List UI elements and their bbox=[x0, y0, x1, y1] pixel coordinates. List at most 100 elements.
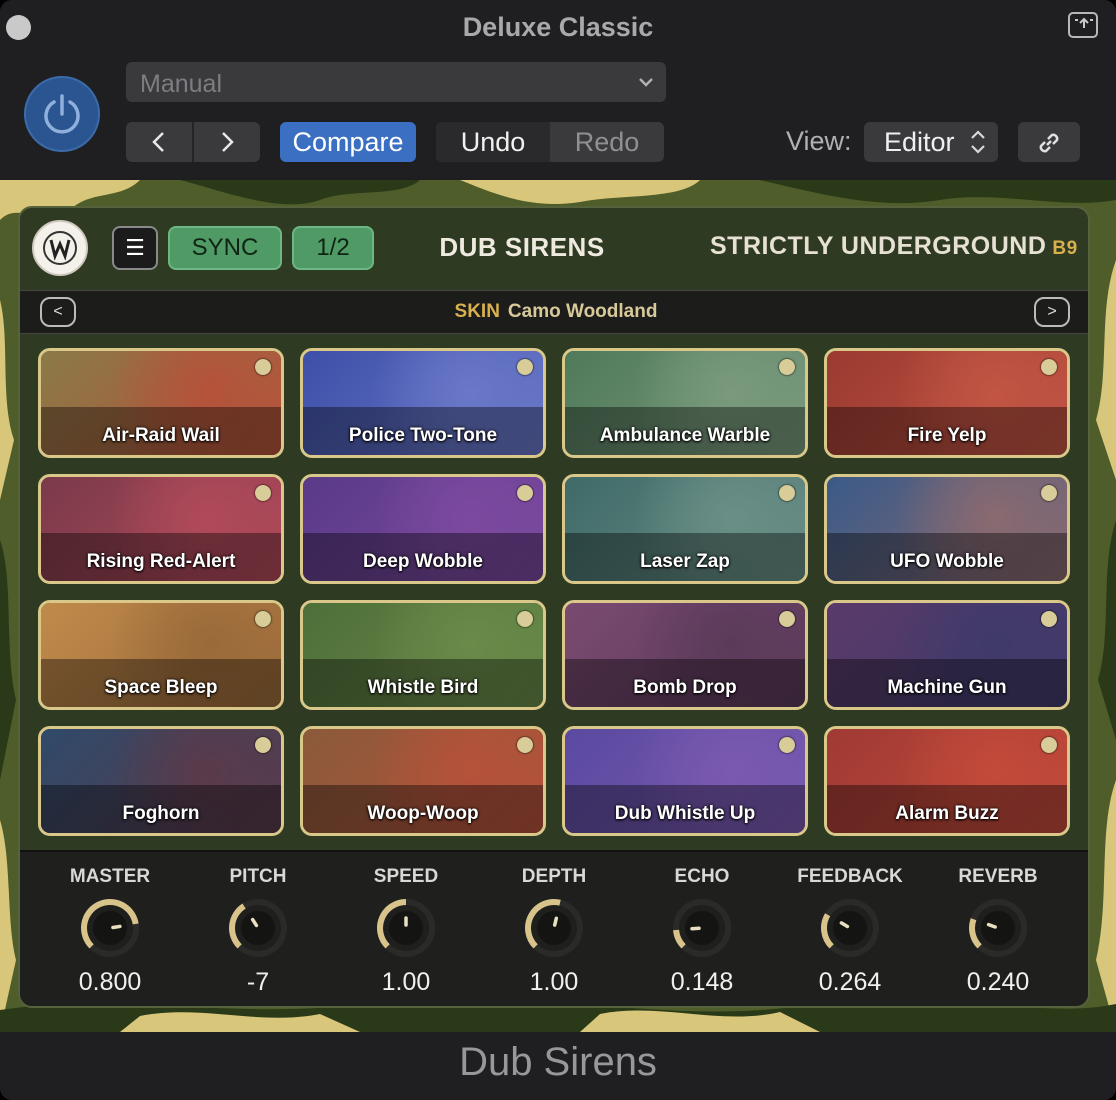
skin-key: SKIN bbox=[454, 301, 500, 322]
knob-master[interactable]: MASTER 0.800 bbox=[36, 852, 184, 1006]
knob-body bbox=[241, 911, 275, 945]
knob-arc bbox=[969, 918, 982, 949]
rate-button[interactable]: 1/2 bbox=[292, 226, 374, 270]
pad-grid: Air-Raid Wail Police Two-Tone Ambulance Wa… bbox=[38, 348, 1072, 836]
menu-button[interactable]: ☰ bbox=[112, 226, 158, 270]
knob-value: -7 bbox=[246, 968, 270, 996]
redo-button[interactable]: Redo bbox=[550, 122, 664, 162]
knob-indicator bbox=[111, 924, 122, 930]
knob-value: 0.264 bbox=[818, 968, 882, 996]
link-button[interactable] bbox=[1018, 122, 1080, 162]
knob-dial[interactable] bbox=[820, 898, 880, 958]
pad-label: Machine Gun bbox=[887, 677, 1007, 698]
knob-dial[interactable] bbox=[524, 898, 584, 958]
knob-label: FEEDBACK bbox=[797, 866, 903, 887]
knob-dial[interactable] bbox=[968, 898, 1028, 958]
preset-select[interactable]: Manual bbox=[126, 62, 666, 102]
pad-led bbox=[255, 611, 271, 627]
knob-echo[interactable]: ECHO 0.148 bbox=[628, 852, 776, 1006]
knob-dial[interactable] bbox=[672, 898, 732, 958]
knob-reverb[interactable]: REVERB 0.240 bbox=[924, 852, 1072, 1006]
pad-led bbox=[779, 359, 795, 375]
knob-label: DEPTH bbox=[521, 866, 587, 887]
title-bar: Deluxe Classic bbox=[0, 0, 1116, 56]
knob-arc bbox=[821, 913, 834, 949]
sound-pad[interactable]: Dub Whistle Up bbox=[562, 726, 808, 836]
power-icon bbox=[44, 94, 80, 134]
skin-label: SKIN Camo Woodland bbox=[20, 301, 1088, 323]
sound-pad[interactable]: Deep Wobble bbox=[300, 474, 546, 584]
next-preset-button[interactable] bbox=[194, 122, 260, 162]
sound-pad[interactable]: Alarm Buzz bbox=[824, 726, 1070, 836]
skin-next-button[interactable]: > bbox=[1034, 297, 1070, 327]
knob-indicator bbox=[986, 922, 997, 929]
previous-preset-button[interactable] bbox=[126, 122, 192, 162]
knob-value: 0.148 bbox=[670, 968, 734, 996]
sound-pad[interactable]: Rising Red-Alert bbox=[38, 474, 284, 584]
pad-label: Deep Wobble bbox=[363, 551, 483, 572]
chevron-down-icon bbox=[639, 78, 653, 87]
preset-nav bbox=[126, 122, 260, 162]
share-icon[interactable] bbox=[1068, 12, 1098, 38]
sound-pad[interactable]: Fire Yelp bbox=[824, 348, 1070, 458]
compare-button[interactable]: Compare bbox=[280, 122, 416, 162]
knob-speed[interactable]: SPEED 1.00 bbox=[332, 852, 480, 1006]
sound-pad[interactable]: Laser Zap bbox=[562, 474, 808, 584]
pad-label: Laser Zap bbox=[640, 551, 730, 572]
knob-feedback[interactable]: FEEDBACK 0.264 bbox=[776, 852, 924, 1006]
sound-pad[interactable]: UFO Wobble bbox=[824, 474, 1070, 584]
pad-label: Alarm Buzz bbox=[895, 803, 999, 824]
knob-dial[interactable] bbox=[228, 898, 288, 958]
knob-value: 0.800 bbox=[78, 968, 142, 996]
sound-pad[interactable]: Whistle Bird bbox=[300, 600, 546, 710]
pad-led bbox=[517, 485, 533, 501]
undo-button[interactable]: Undo bbox=[436, 122, 550, 162]
link-icon bbox=[1039, 133, 1059, 153]
sound-pad[interactable]: Foghorn bbox=[38, 726, 284, 836]
pad-label: Dub Whistle Up bbox=[614, 803, 756, 824]
pad-led bbox=[779, 485, 795, 501]
sound-pad[interactable]: Machine Gun bbox=[824, 600, 1070, 710]
sound-pad[interactable]: Air-Raid Wail bbox=[38, 348, 284, 458]
pad-led bbox=[779, 737, 795, 753]
knob-body bbox=[537, 911, 571, 945]
chevron-right-icon bbox=[222, 132, 234, 152]
view-select[interactable]: Editor bbox=[864, 122, 998, 162]
knob-body bbox=[981, 911, 1015, 945]
sound-pad[interactable]: Space Bleep bbox=[38, 600, 284, 710]
chevron-left-icon bbox=[152, 132, 164, 152]
power-button[interactable] bbox=[24, 76, 100, 152]
knob-body bbox=[685, 911, 719, 945]
brand-text: STRICTLY UNDERGROUND bbox=[710, 232, 1047, 260]
knob-dial[interactable] bbox=[376, 898, 436, 958]
pad-led bbox=[1041, 611, 1057, 627]
sound-pad[interactable]: Police Two-Tone bbox=[300, 348, 546, 458]
pad-led bbox=[517, 737, 533, 753]
pad-label: Woop-Woop bbox=[367, 803, 479, 824]
pad-label: Police Two-Tone bbox=[348, 425, 498, 446]
sound-pad[interactable]: Ambulance Warble bbox=[562, 348, 808, 458]
plugin-header: ☰ SYNC 1/2 DUB SIRENS STRICTLY UNDERGROU… bbox=[20, 208, 1088, 288]
knob-pitch[interactable]: PITCH -7 bbox=[184, 852, 332, 1006]
sync-button[interactable]: SYNC bbox=[168, 226, 282, 270]
skin-selector: < SKIN Camo Woodland > bbox=[20, 290, 1088, 334]
footer-bar: Dub Sirens bbox=[0, 1032, 1116, 1100]
knob-depth[interactable]: DEPTH 1.00 bbox=[480, 852, 628, 1006]
instrument-panel: ☰ SYNC 1/2 DUB SIRENS STRICTLY UNDERGROU… bbox=[18, 206, 1090, 1008]
knob-body bbox=[93, 911, 127, 945]
plugin-area: ☰ SYNC 1/2 DUB SIRENS STRICTLY UNDERGROU… bbox=[0, 180, 1116, 1032]
knob-label: REVERB bbox=[958, 866, 1038, 887]
knob-label: MASTER bbox=[69, 866, 151, 887]
pad-label: Air-Raid Wail bbox=[102, 425, 220, 446]
logo-emblem-icon bbox=[43, 231, 77, 265]
knob-body bbox=[389, 911, 423, 945]
knob-dial[interactable] bbox=[80, 898, 140, 958]
product-title: DUB SIRENS bbox=[439, 232, 605, 262]
sound-pad[interactable]: Woop-Woop bbox=[300, 726, 546, 836]
pad-led bbox=[1041, 359, 1057, 375]
brand-name: STRICTLY UNDERGROUND B9 bbox=[710, 232, 1078, 261]
pad-led bbox=[255, 737, 271, 753]
pad-label: Space Bleep bbox=[104, 677, 218, 698]
footer-title: Dub Sirens bbox=[459, 1040, 657, 1084]
sound-pad[interactable]: Bomb Drop bbox=[562, 600, 808, 710]
